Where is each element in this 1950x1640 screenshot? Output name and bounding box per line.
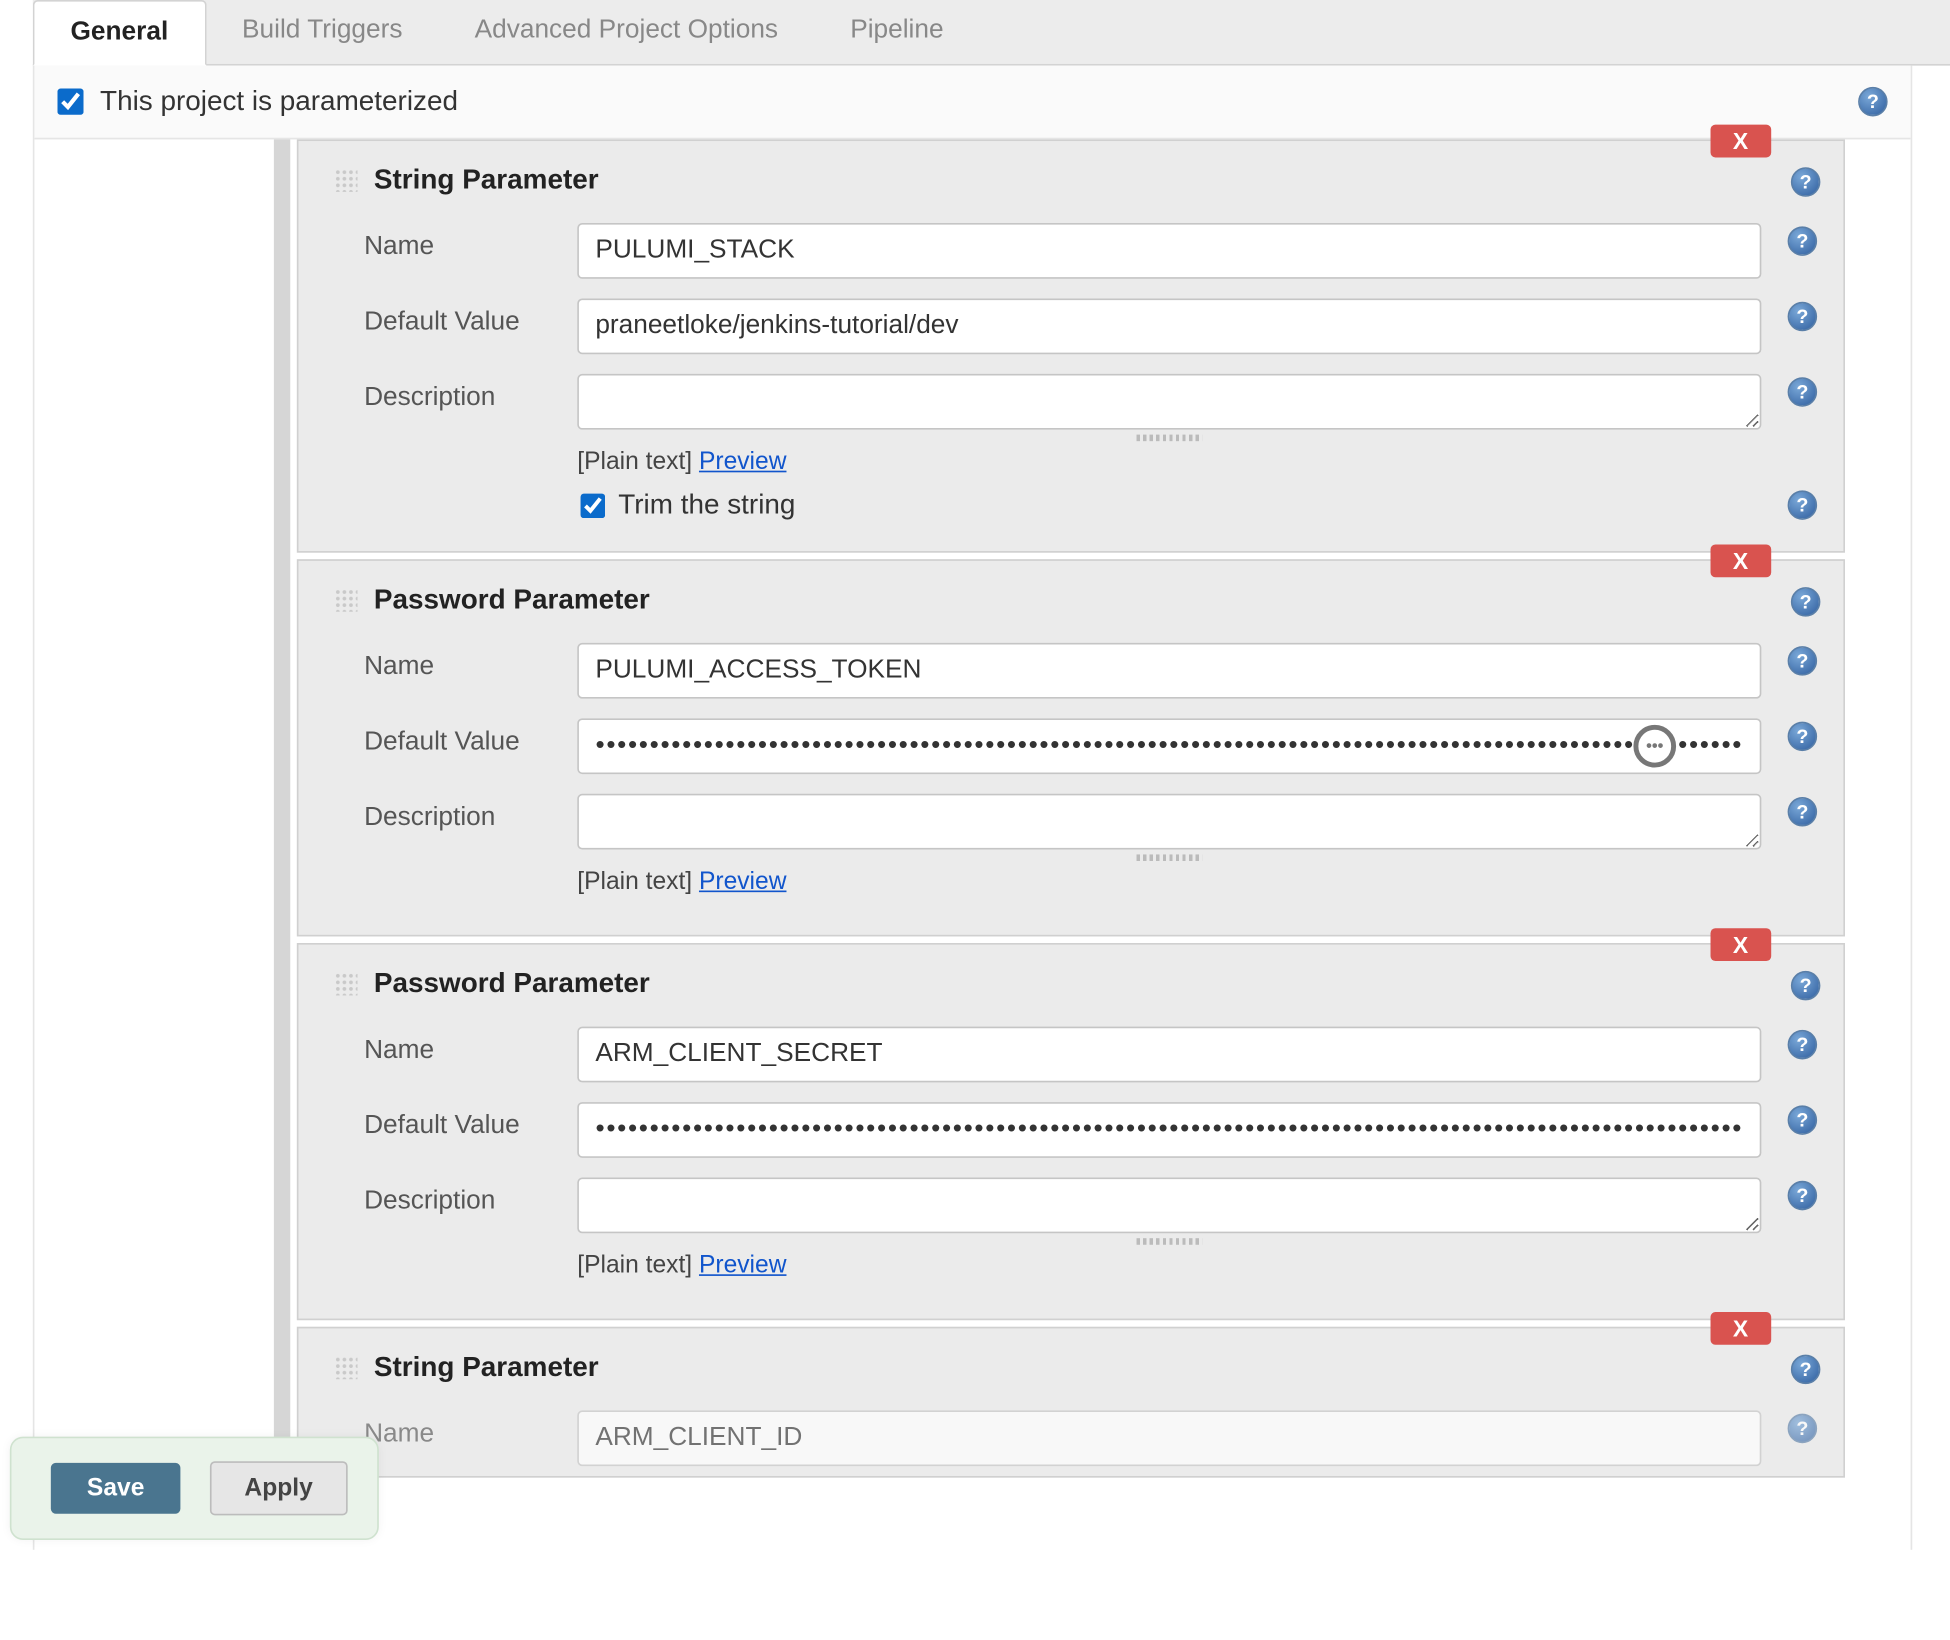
field-label-name: Name xyxy=(364,643,544,682)
help-icon[interactable]: ? xyxy=(1788,490,1818,520)
parameter-name-input[interactable] xyxy=(577,1410,1761,1466)
apply-button[interactable]: Apply xyxy=(210,1461,347,1515)
save-button[interactable]: Save xyxy=(51,1463,181,1514)
password-reveal-icon[interactable]: ••• xyxy=(1633,725,1676,768)
field-label-default-value: Default Value xyxy=(364,298,544,337)
parameterized-checkbox[interactable] xyxy=(57,89,83,115)
plain-text-label: [Plain text] xyxy=(577,1251,699,1279)
help-icon[interactable]: ? xyxy=(1788,226,1818,256)
parameter-type-title: Password Parameter xyxy=(374,968,650,1001)
tab-pipeline[interactable]: Pipeline xyxy=(814,0,980,64)
field-label-default-value: Default Value xyxy=(364,1102,544,1141)
tab-advanced-project-options[interactable]: Advanced Project Options xyxy=(439,0,815,64)
delete-parameter-button[interactable]: X xyxy=(1710,1312,1771,1345)
parameter-description-textarea[interactable] xyxy=(577,1178,1761,1234)
trim-string-checkbox[interactable] xyxy=(581,493,606,518)
help-icon[interactable]: ? xyxy=(1788,1414,1818,1444)
help-icon[interactable]: ? xyxy=(1788,302,1818,332)
tab-build-triggers[interactable]: Build Triggers xyxy=(206,0,439,64)
drag-handle-icon[interactable] xyxy=(335,1356,358,1379)
field-label-description: Description xyxy=(364,374,544,413)
delete-parameter-button[interactable]: X xyxy=(1710,928,1771,961)
parameter-type-title: String Parameter xyxy=(374,1351,599,1384)
preview-link[interactable]: Preview xyxy=(699,868,787,896)
preview-link[interactable]: Preview xyxy=(699,448,787,476)
help-icon[interactable]: ? xyxy=(1788,722,1818,752)
field-label-default-value: Default Value xyxy=(364,718,544,757)
preview-link[interactable]: Preview xyxy=(699,1251,787,1279)
description-footer: [Plain text] Preview xyxy=(577,868,1761,896)
delete-parameter-button[interactable]: X xyxy=(1710,544,1771,577)
parameter-name-input[interactable] xyxy=(577,1027,1761,1083)
parameter-default-value-input[interactable] xyxy=(577,718,1761,774)
parameter-name-input[interactable] xyxy=(577,643,1761,699)
help-icon[interactable]: ? xyxy=(1791,971,1821,1001)
parameter-name-input[interactable] xyxy=(577,223,1761,279)
reorder-gutter[interactable] xyxy=(274,139,290,1477)
field-label-name: Name xyxy=(364,1027,544,1066)
trim-string-label: Trim the string xyxy=(618,489,795,522)
help-icon[interactable]: ? xyxy=(1788,377,1818,407)
help-icon[interactable]: ? xyxy=(1791,167,1821,197)
parameter-block: X ? Password Parameter Name ? Default Va… xyxy=(297,559,1845,936)
plain-text-label: [Plain text] xyxy=(577,448,699,476)
parameter-block: X ? Password Parameter Name ? Default Va… xyxy=(297,943,1845,1320)
field-label-description: Description xyxy=(364,1178,544,1217)
resize-grip-icon[interactable] xyxy=(577,854,1761,861)
help-icon[interactable]: ? xyxy=(1791,587,1821,617)
parameterized-label: This project is parameterized xyxy=(100,85,458,118)
tab-general[interactable]: General xyxy=(33,0,206,66)
parameter-block: X ? String Parameter Name ? xyxy=(297,1327,1845,1478)
parameter-description-textarea[interactable] xyxy=(577,374,1761,430)
help-icon[interactable]: ? xyxy=(1788,1030,1818,1060)
parameter-block: X ? String Parameter Name ? Default Valu… xyxy=(297,139,1845,552)
plain-text-label: [Plain text] xyxy=(577,868,699,896)
bottom-action-bar: Save Apply xyxy=(10,1437,379,1540)
parameters-container: X ? String Parameter Name ? Default Valu… xyxy=(297,139,1845,1477)
help-icon[interactable]: ? xyxy=(1858,87,1888,117)
resize-grip-icon[interactable] xyxy=(577,1238,1761,1245)
delete-parameter-button[interactable]: X xyxy=(1710,125,1771,158)
help-icon[interactable]: ? xyxy=(1791,1355,1821,1385)
config-tab-bar: General Build Triggers Advanced Project … xyxy=(33,0,1950,66)
help-icon[interactable]: ? xyxy=(1788,1105,1818,1135)
parameter-default-value-input[interactable] xyxy=(577,298,1761,354)
parameter-type-title: Password Parameter xyxy=(374,584,650,617)
field-label-name: Name xyxy=(364,223,544,262)
field-label-name: Name xyxy=(364,1410,544,1449)
parameter-description-textarea[interactable] xyxy=(577,794,1761,850)
parameter-type-title: String Parameter xyxy=(374,164,599,197)
drag-handle-icon[interactable] xyxy=(335,973,358,996)
parameter-default-value-input[interactable] xyxy=(577,1102,1761,1158)
help-icon[interactable]: ? xyxy=(1788,797,1818,827)
help-icon[interactable]: ? xyxy=(1788,646,1818,676)
help-icon[interactable]: ? xyxy=(1788,1181,1818,1211)
resize-grip-icon[interactable] xyxy=(577,435,1761,442)
description-footer: [Plain text] Preview xyxy=(577,448,1761,476)
description-footer: [Plain text] Preview xyxy=(577,1251,1761,1279)
drag-handle-icon[interactable] xyxy=(335,169,358,192)
field-label-description: Description xyxy=(364,794,544,833)
parameterized-section-row: This project is parameterized ? xyxy=(34,66,1910,140)
drag-handle-icon[interactable] xyxy=(335,589,358,612)
content-area: This project is parameterized ? X ? Stri… xyxy=(33,66,1912,1550)
